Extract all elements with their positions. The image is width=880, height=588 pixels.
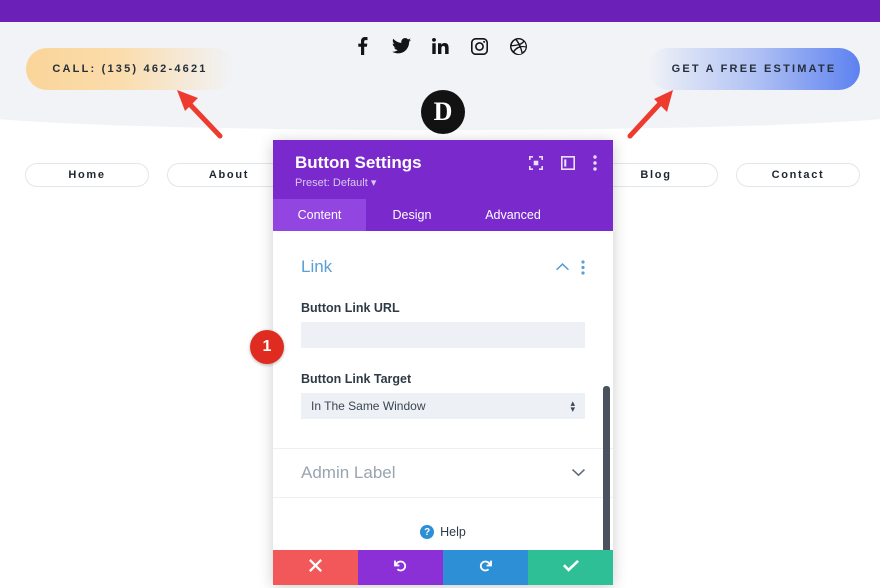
link-section-title: Link xyxy=(301,257,333,276)
preset-selector[interactable]: Preset: Default ▾ xyxy=(295,176,595,189)
select-stepper-icon: ▴ ▾ xyxy=(570,398,575,414)
button-settings-modal: Button Settings Preset: Default ▾ Conten… xyxy=(273,140,613,585)
tab-design[interactable]: Design xyxy=(366,199,458,231)
link-section-actions xyxy=(556,259,585,275)
undo-button[interactable] xyxy=(358,550,443,585)
button-link-url-input[interactable] xyxy=(301,322,585,348)
nav-item-home[interactable]: Home xyxy=(25,163,149,187)
button-link-target-select[interactable]: In The Same Window ▴ ▾ xyxy=(301,393,585,419)
tab-advanced[interactable]: Advanced xyxy=(458,199,568,231)
cancel-button[interactable] xyxy=(273,550,358,585)
help-icon: ? xyxy=(420,525,435,539)
modal-scrollbar[interactable] xyxy=(603,386,610,550)
redo-icon xyxy=(478,558,493,578)
tab-content[interactable]: Content xyxy=(273,199,366,231)
layout-panel-icon[interactable] xyxy=(561,156,575,170)
step-badge-1: 1 xyxy=(250,330,284,364)
admin-label-section[interactable]: Admin Label xyxy=(273,448,613,498)
facebook-icon[interactable] xyxy=(352,36,372,56)
divi-logo: D xyxy=(421,90,465,134)
get-free-estimate-button-label: GET A FREE ESTIMATE xyxy=(671,63,837,75)
preset-label: Preset: Default xyxy=(295,177,368,189)
help-link[interactable]: ? Help xyxy=(273,525,613,539)
arrow-pointing-to-estimate-button xyxy=(627,90,673,139)
more-options-icon[interactable] xyxy=(581,259,585,275)
dribbble-icon[interactable] xyxy=(508,36,528,56)
button-link-target-label: Button Link Target xyxy=(301,372,412,386)
link-section: Link Button Link URL Button Link Target … xyxy=(273,231,613,419)
page-root: CALL: (135) 462-4621 GET A FREE ESTIMATE… xyxy=(0,0,880,588)
call-phone-button[interactable]: CALL: (135) 462-4621 xyxy=(26,48,234,90)
modal-header: Button Settings Preset: Default ▾ xyxy=(273,140,613,199)
call-phone-button-label: CALL: (135) 462-4621 xyxy=(52,63,208,75)
focus-mode-icon[interactable] xyxy=(529,156,543,170)
close-icon xyxy=(309,558,322,577)
arrow-pointing-to-call-button xyxy=(177,90,223,139)
wp-admin-bar xyxy=(0,0,880,22)
admin-label-section-title: Admin Label xyxy=(301,463,396,482)
linkedin-icon[interactable] xyxy=(430,36,450,56)
help-label: Help xyxy=(440,525,466,539)
button-link-target-value: In The Same Window xyxy=(311,399,426,413)
twitter-icon[interactable] xyxy=(391,36,411,56)
check-icon xyxy=(562,559,579,577)
nav-item-contact[interactable]: Contact xyxy=(736,163,860,187)
link-section-header: Link xyxy=(301,257,585,277)
get-free-estimate-button[interactable]: GET A FREE ESTIMATE xyxy=(648,48,860,90)
chevron-down-icon[interactable] xyxy=(572,464,585,482)
modal-footer xyxy=(273,550,613,585)
undo-icon xyxy=(393,558,408,578)
modal-header-actions xyxy=(529,155,597,171)
modal-body: Link Button Link URL Button Link Target … xyxy=(273,231,613,550)
redo-button[interactable] xyxy=(443,550,528,585)
button-link-url-label: Button Link URL xyxy=(301,301,400,315)
save-button[interactable] xyxy=(528,550,613,585)
instagram-icon[interactable] xyxy=(469,36,489,56)
more-options-icon[interactable] xyxy=(593,155,597,171)
chevron-up-icon[interactable] xyxy=(556,263,569,271)
modal-tabs: Content Design Advanced xyxy=(273,199,613,231)
